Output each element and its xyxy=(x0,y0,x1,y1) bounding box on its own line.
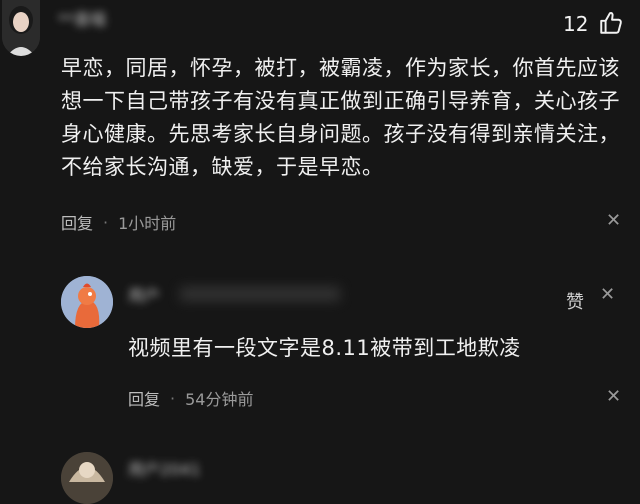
thumbs-up-icon[interactable] xyxy=(598,10,624,36)
commenter-avatar[interactable] xyxy=(2,0,40,56)
reply-time: 54分钟前 xyxy=(185,390,254,409)
close-icon[interactable]: ✕ xyxy=(606,386,621,407)
comment-time: 1小时前 xyxy=(118,214,177,233)
separator-dot: · xyxy=(103,212,109,232)
reply-button[interactable]: 回复 xyxy=(61,210,93,234)
like-label[interactable]: 赞 xyxy=(566,288,584,314)
close-icon[interactable]: ✕ xyxy=(600,284,615,305)
close-icon[interactable]: ✕ xyxy=(606,210,621,231)
separator-dot: · xyxy=(170,388,176,408)
commenter-username[interactable]: **喜喵 xyxy=(58,6,106,30)
comment-text: 早恋，同居，怀孕，被打，被霸凌，作为家长，你首先应该想一下自己带孩子有没有真正做… xyxy=(61,56,620,179)
reply-meta: 回复 · 54分钟前 xyxy=(128,386,253,410)
blurred-username-area xyxy=(180,287,340,301)
reply-text: 视频里有一段文字是8.11被带到工地欺凌 xyxy=(128,336,521,360)
comment-meta: 回复 · 1小时前 xyxy=(61,210,176,234)
reply-avatar[interactable] xyxy=(61,452,113,504)
reply-username[interactable]: 用户2041 xyxy=(128,456,201,480)
reply-button[interactable]: 回复 xyxy=(128,386,160,410)
like-count: 12 xyxy=(563,12,589,36)
reply-avatar[interactable] xyxy=(61,276,113,328)
reply-username[interactable]: 用户 xyxy=(128,282,160,306)
